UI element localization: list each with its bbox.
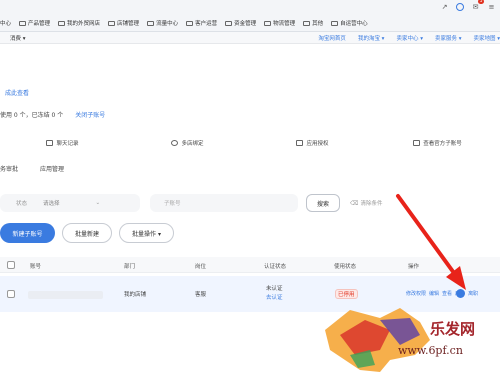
bookmark[interactable]: 店铺管理 bbox=[108, 19, 139, 27]
tab-approval[interactable]: 务审批 bbox=[0, 164, 18, 173]
site-topbar: 消费 ▾ 淘宝网首页 我的淘宝 ▾ 卖家中心 ▾ 卖家服务 ▾ 卖家地图 ▾ bbox=[0, 32, 500, 44]
folder-icon bbox=[147, 20, 155, 26]
clear-filters-button[interactable]: ⌫ 清除条件 bbox=[350, 199, 383, 208]
bookmark[interactable]: 客户运营 bbox=[186, 19, 217, 27]
bookmark[interactable]: 自运营中心 bbox=[331, 19, 368, 27]
header-dept: 部门 bbox=[124, 264, 136, 270]
new-subaccount-button[interactable]: 新建子账号 bbox=[0, 223, 55, 243]
bookmark[interactable]: 产品管理 bbox=[19, 19, 50, 27]
bookmark[interactable]: 中心 bbox=[0, 19, 11, 27]
row-actions: 修改权限 编辑 查看 启用 离职 bbox=[406, 290, 481, 297]
notification-icon[interactable]: ✉ 5 bbox=[471, 0, 484, 11]
row-checkbox[interactable] bbox=[7, 290, 15, 298]
bookmark[interactable]: 流量中心 bbox=[147, 19, 178, 27]
search-button[interactable]: 搜索 bbox=[306, 194, 340, 212]
menu-icon[interactable]: ≡ bbox=[487, 2, 496, 11]
app-icon bbox=[296, 140, 304, 146]
batch-ops-button[interactable]: 批量操作 ▾ bbox=[119, 223, 174, 243]
batch-new-button[interactable]: 批量新建 bbox=[62, 223, 112, 243]
share-icon[interactable]: ↗ bbox=[440, 2, 449, 11]
site-link[interactable]: 淘宝网首页 bbox=[318, 34, 346, 42]
folder-icon bbox=[264, 20, 272, 26]
folder-icon bbox=[225, 20, 233, 26]
account-name-blurred bbox=[28, 291, 103, 299]
feature-tiles: 聊天记录 多店绑定 应用授权 查看官方子账号 bbox=[0, 136, 500, 150]
status-placeholder: 请选择 bbox=[43, 201, 60, 207]
op-edit-permission[interactable]: 修改权限 bbox=[406, 290, 426, 297]
site-links: 淘宝网首页 我的淘宝 ▾ 卖家中心 ▾ 卖家服务 ▾ 卖家地图 ▾ bbox=[306, 34, 500, 42]
header-status: 使用状态 bbox=[334, 264, 357, 270]
folder-icon bbox=[186, 20, 194, 26]
row-dept: 我的店铺 bbox=[124, 292, 147, 298]
header-account: 账号 bbox=[30, 264, 42, 270]
browser-chrome: ↗ ✉ 5 ≡ 中心 产品管理 我的外贸网店 店铺管理 流量中心 客户运营 资金管… bbox=[0, 0, 500, 32]
watermark-url: www.6pf.cn bbox=[398, 344, 463, 357]
tile-official-subaccount[interactable]: 查看官方子账号 bbox=[375, 136, 500, 150]
folder-icon bbox=[58, 20, 66, 26]
folder-icon bbox=[108, 20, 116, 26]
list-icon bbox=[413, 140, 421, 146]
status-badge: 已停用 bbox=[335, 289, 358, 299]
subaccount-input[interactable]: 子账号 bbox=[150, 194, 298, 212]
usage-text: 使用 0 个，已冻结 0 个 bbox=[0, 112, 64, 119]
site-link[interactable]: 我的淘宝 ▾ bbox=[358, 34, 385, 42]
row-role: 客服 bbox=[195, 292, 207, 298]
subaccount-placeholder: 子账号 bbox=[164, 201, 181, 207]
status-label: 状态 bbox=[16, 201, 28, 207]
tab-bar: 务审批 应用管理 bbox=[0, 164, 86, 173]
folder-icon bbox=[19, 20, 27, 26]
row-auth: 未认证 bbox=[266, 286, 283, 292]
chat-icon bbox=[46, 140, 54, 146]
op-view[interactable]: 查看 bbox=[442, 290, 452, 297]
view-link[interactable]: 成此查看 bbox=[5, 88, 29, 97]
tile-app-auth[interactable]: 应用授权 bbox=[250, 136, 375, 150]
op-edit[interactable]: 编辑 bbox=[429, 290, 439, 297]
tile-chat-records[interactable]: 聊天记录 bbox=[0, 136, 125, 150]
chevron-down-icon: ⌄ bbox=[95, 200, 101, 206]
select-all-checkbox[interactable] bbox=[7, 261, 15, 269]
tile-multi-store[interactable]: 多店绑定 bbox=[125, 136, 250, 150]
tab-app-manage[interactable]: 应用管理 bbox=[40, 164, 64, 173]
eraser-icon: ⌫ bbox=[350, 199, 359, 207]
header-auth: 认证状态 bbox=[264, 264, 287, 270]
usage-summary: 使用 0 个，已冻结 0 个 关闭子账号 bbox=[0, 110, 105, 119]
header-role: 岗位 bbox=[195, 264, 207, 270]
site-left-menu[interactable]: 消费 ▾ bbox=[10, 34, 26, 42]
folder-icon bbox=[303, 20, 311, 26]
browser-toolbar: ↗ ✉ 5 ≡ bbox=[433, 0, 496, 11]
bookmark[interactable]: 其他 bbox=[303, 19, 323, 27]
highlight-dot bbox=[456, 289, 465, 298]
bookmarks-bar: 中心 产品管理 我的外贸网店 店铺管理 流量中心 客户运营 资金管理 物流管理 … bbox=[0, 18, 376, 28]
profile-icon[interactable] bbox=[456, 2, 464, 11]
bookmark[interactable]: 资金管理 bbox=[225, 19, 256, 27]
notification-badge: 5 bbox=[478, 0, 484, 4]
watermark-brand: 乐发网 bbox=[430, 320, 476, 338]
folder-icon bbox=[331, 20, 339, 26]
manage-link[interactable]: 关闭子账号 bbox=[75, 110, 105, 119]
site-link[interactable]: 卖家地图 ▾ bbox=[473, 34, 500, 42]
status-select[interactable]: 状态 请选择 ⌄ bbox=[0, 194, 140, 212]
header-ops: 操作 bbox=[408, 264, 420, 270]
row-auth-link[interactable]: 去认证 bbox=[266, 293, 283, 301]
site-link[interactable]: 卖家服务 ▾ bbox=[435, 34, 462, 42]
op-resign[interactable]: 离职 bbox=[468, 290, 478, 297]
table-header: 账号 部门 岗位 认证状态 使用状态 操作 bbox=[0, 257, 500, 273]
site-link[interactable]: 卖家中心 ▾ bbox=[396, 34, 423, 42]
link-icon bbox=[171, 140, 179, 146]
bookmark[interactable]: 我的外贸网店 bbox=[58, 19, 100, 27]
bookmark[interactable]: 物流管理 bbox=[264, 19, 295, 27]
